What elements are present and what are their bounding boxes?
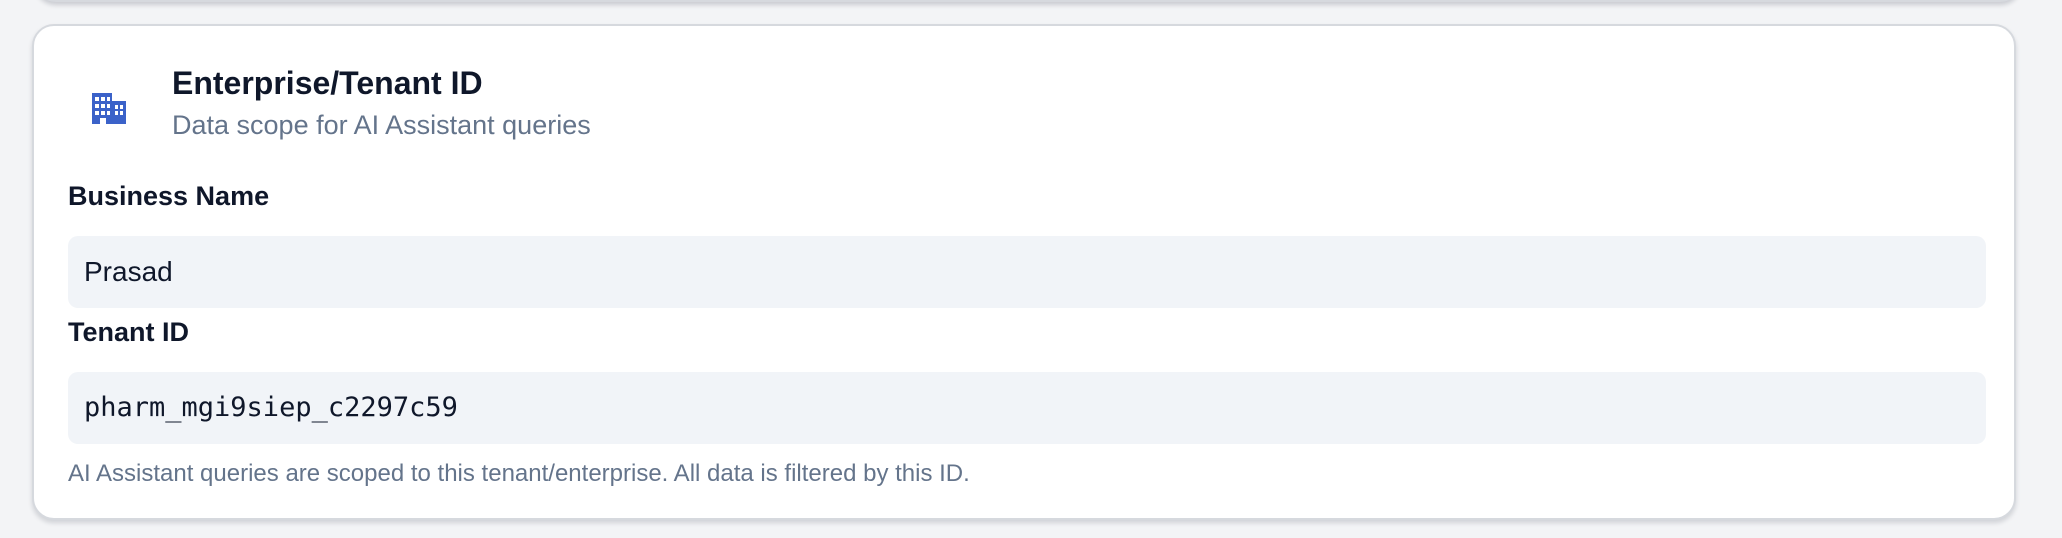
card-header: Enterprise/Tenant ID Data scope for AI A… — [34, 26, 2014, 156]
tenant-scope-hint: AI Assistant queries are scoped to this … — [68, 460, 970, 487]
tenant-id-label: Tenant ID — [68, 317, 189, 347]
card-subtitle: Data scope for AI Assistant queries — [172, 110, 591, 140]
tenant-id-field[interactable]: pharm_mgi9siep_c2297c59 — [68, 372, 1986, 444]
business-name-field[interactable]: Prasad — [68, 236, 1986, 308]
business-name-label: Business Name — [68, 181, 270, 211]
card-title: Enterprise/Tenant ID — [172, 65, 483, 101]
building-icon — [86, 84, 130, 128]
enterprise-tenant-card: Enterprise/Tenant ID Data scope for AI A… — [32, 24, 2016, 520]
previous-card-edge — [34, 0, 2022, 2]
